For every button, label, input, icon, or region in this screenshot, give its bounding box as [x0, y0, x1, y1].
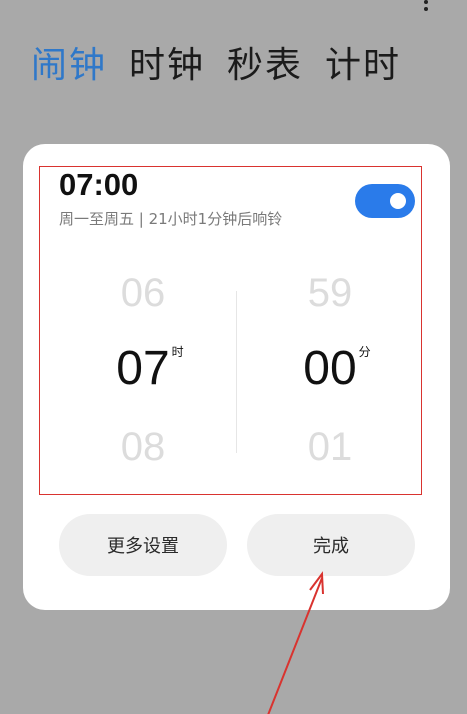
hour-prev-value[interactable]: 06: [68, 269, 218, 317]
more-settings-button[interactable]: 更多设置: [59, 514, 227, 576]
tab-clock[interactable]: 时钟: [129, 40, 205, 92]
tab-timer[interactable]: 计时: [325, 40, 401, 92]
hour-unit-label: 时: [171, 345, 184, 359]
minute-prev-value[interactable]: 59: [255, 269, 405, 317]
arrow-shaft: [267, 577, 323, 714]
hour-selected-number: 07: [116, 342, 170, 395]
hour-next-value[interactable]: 08: [68, 423, 218, 471]
tab-stopwatch[interactable]: 秒表: [227, 40, 303, 92]
alarm-time: 07:00: [59, 167, 139, 202]
alarm-enabled-toggle[interactable]: [355, 184, 415, 218]
more-vertical-icon[interactable]: [416, 0, 436, 14]
minute-selected-number: 00: [303, 342, 357, 395]
minute-unit-label: 分: [358, 345, 371, 359]
alarm-screen: 闹钟 时钟 秒表 计时 07:00 周一至周五 | 21小时1分钟后响铃 06 …: [0, 0, 467, 714]
tab-alarm[interactable]: 闹钟: [31, 40, 107, 92]
minute-next-value[interactable]: 01: [255, 423, 405, 471]
hour-picker[interactable]: 06 07 时 08: [68, 269, 218, 471]
annotation-arrow: [267, 571, 324, 714]
hour-selected-value: 07 时: [116, 342, 183, 395]
picker-divider: [236, 291, 237, 453]
toggle-knob: [390, 193, 406, 209]
tab-bar: 闹钟 时钟 秒表 计时: [31, 40, 401, 92]
minute-picker[interactable]: 59 00 分 01: [255, 269, 405, 471]
alarm-edit-dialog: 07:00 周一至周五 | 21小时1分钟后响铃 06 07 时 08 59 0…: [23, 144, 450, 610]
alarm-repeat-summary: 周一至周五 | 21小时1分钟后响铃: [59, 210, 283, 228]
minute-selected-value: 00 分: [303, 342, 370, 395]
